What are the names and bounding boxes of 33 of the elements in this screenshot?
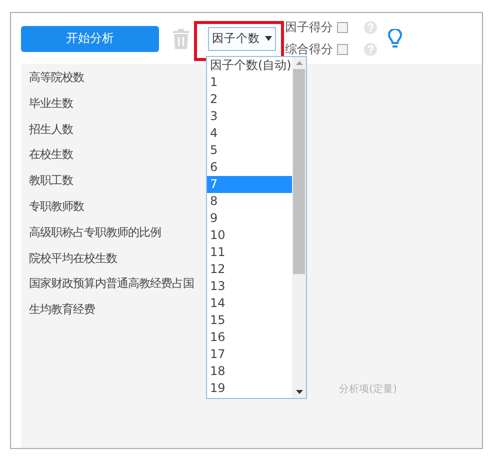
trash-icon[interactable] (173, 28, 189, 48)
dropdown-option[interactable]: 4 (207, 125, 292, 142)
dropdown-option[interactable]: 11 (207, 244, 292, 261)
dropdown-option[interactable]: 1 (207, 74, 292, 91)
dropdown-option[interactable]: 10 (207, 227, 292, 244)
factor-count-select[interactable]: 因子个数 (208, 26, 276, 50)
lightbulb-icon[interactable] (388, 28, 402, 48)
dropdown-option[interactable]: 12 (207, 261, 292, 278)
dropdown-option[interactable]: 18 (207, 363, 292, 380)
dropdown-option[interactable]: 14 (207, 295, 292, 312)
dropdown-option[interactable]: 9 (207, 210, 292, 227)
dropdown-option[interactable]: 2 (207, 91, 292, 108)
drop-zone-hint: 分析项(定量) (339, 382, 397, 396)
dropdown-option[interactable]: 16 (207, 329, 292, 346)
checkbox[interactable] (337, 22, 348, 33)
dropdown-option[interactable]: 13 (207, 278, 292, 295)
dropdown-option[interactable]: 6 (207, 159, 292, 176)
caret-icon (265, 36, 272, 41)
option-label: 因子得分 (285, 19, 333, 36)
dropdown-option[interactable]: 5 (207, 142, 292, 159)
dropdown-option[interactable]: 17 (207, 346, 292, 363)
dropdown-option[interactable]: 8 (207, 193, 292, 210)
scrollbar-thumb[interactable] (293, 69, 305, 274)
dropdown-option[interactable]: 因子个数(自动) (207, 57, 292, 74)
dropdown-option[interactable]: 15 (207, 312, 292, 329)
scroll-down-icon[interactable] (296, 390, 302, 394)
help-icon[interactable] (364, 21, 377, 34)
help-icon[interactable] (364, 43, 377, 56)
checkbox[interactable] (337, 44, 348, 55)
option-label: 综合得分 (285, 41, 333, 58)
scrollbar[interactable] (292, 57, 306, 398)
dropdown-option[interactable]: 3 (207, 108, 292, 125)
dropdown-option[interactable]: 19 (207, 380, 292, 397)
